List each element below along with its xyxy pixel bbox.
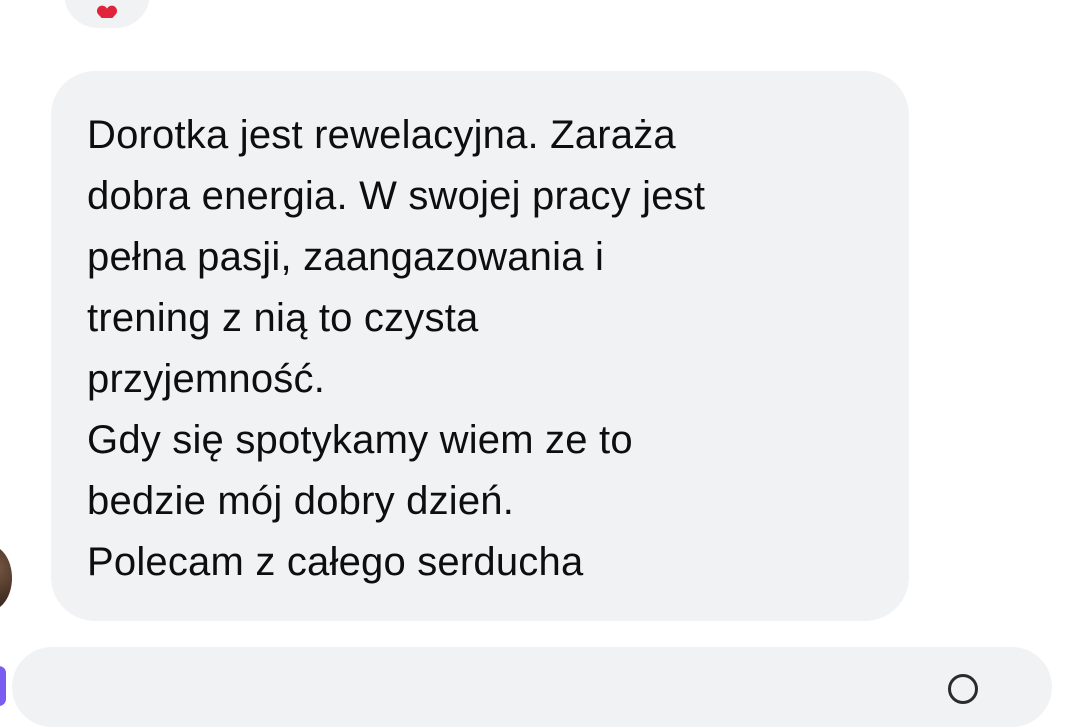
next-message-bubble[interactable] xyxy=(12,647,1052,727)
message-line: dobra energia. W swojej pracy jest xyxy=(87,174,706,218)
sender-avatar[interactable] xyxy=(0,545,12,611)
message-line: pełna pasji, zaangazowania i xyxy=(87,235,605,279)
heart-icon xyxy=(96,4,118,18)
previous-message-reaction[interactable] xyxy=(64,0,150,28)
message-line: przyjemność. xyxy=(87,357,326,401)
message-bubble[interactable]: Dorotka jest rewelacyjna. Zaraża dobra e… xyxy=(51,71,909,621)
message-line: Polecam z całego serducha xyxy=(87,540,584,584)
message-line: Gdy się spotykamy wiem ze to xyxy=(87,418,633,462)
next-avatar-edge xyxy=(0,666,6,706)
message-line: Dorotka jest rewelacyjna. Zaraża xyxy=(87,113,676,157)
message-line: bedzie mój dobry dzień. xyxy=(87,479,515,523)
message-line: trening z nią to czysta xyxy=(87,296,479,340)
